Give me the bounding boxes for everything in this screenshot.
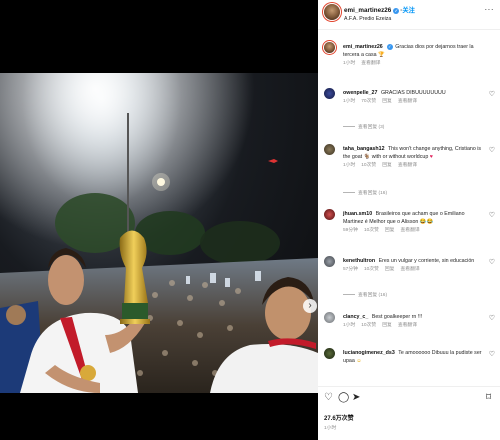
commenter-username[interactable]: jhuan.sm10 (343, 211, 372, 217)
heart-icon[interactable]: ♡ (489, 258, 495, 266)
author-username[interactable]: emi_martinez26 (344, 7, 391, 14)
translate-link[interactable]: 查看翻译 (361, 61, 380, 66)
comment-text-continued: with or without worldcup (371, 154, 429, 160)
heart-icon[interactable]: ♡ (489, 350, 495, 358)
commenter-avatar[interactable] (324, 348, 335, 359)
comment-time: 59分钟 (343, 228, 358, 233)
caption-username[interactable]: emi_martinez26 (343, 44, 383, 50)
like-count[interactable]: 27.6万次赞 (324, 413, 354, 422)
heart-icon[interactable]: ♡ (489, 314, 495, 322)
caption-time: 1小时 (343, 61, 356, 66)
commenter-avatar[interactable] (324, 88, 335, 99)
author-avatar[interactable] (324, 4, 340, 20)
smile-emoji-icon: ☺ (356, 358, 362, 364)
commenter-username[interactable]: lucianogimenez_ds3 (343, 350, 395, 356)
commenter-username[interactable]: clancy_c_ (343, 314, 368, 320)
comment-text: Eres un vulgar y corriente, sin educació… (378, 258, 475, 264)
translate-link[interactable]: 查看翻译 (398, 323, 417, 328)
verified-badge-icon: ✓ (393, 8, 400, 14)
verified-badge-icon: ✓ (386, 44, 393, 50)
view-replies-button[interactable]: 查看回复 (16) (343, 189, 387, 196)
comment-meta: 59分钟 10次赞 回复 查看翻译 (343, 227, 483, 235)
bookmark-icon[interactable]: ⌑ (486, 393, 491, 403)
comment-meta: 1小时 10次赞 回复 查看翻译 (343, 322, 483, 330)
heart-icon[interactable]: ♡ (489, 146, 495, 154)
comment-list[interactable]: emi_martinez26 ✓ Gracias dios por dejarno… (318, 30, 500, 386)
commenter-avatar[interactable] (324, 312, 335, 323)
celebration-photo (0, 73, 318, 393)
comment-like-count[interactable]: 70次赞 (361, 99, 376, 104)
follow-button[interactable]: 关注 (402, 7, 415, 14)
translate-link[interactable]: 查看翻译 (400, 267, 419, 272)
comment-text: Best goalkeeper rn !!! (371, 314, 423, 320)
comment-time: 57分钟 (343, 267, 358, 272)
trophy-emoji-icon: 🏆 (378, 52, 385, 58)
comment-like-count[interactable]: 10次赞 (361, 163, 376, 168)
reply-button[interactable]: 回复 (385, 267, 395, 272)
share-send-icon[interactable]: ➤ (352, 393, 360, 403)
comment-meta: 57分钟 10次赞 回复 查看翻译 (343, 266, 483, 274)
post-location[interactable]: A.F.A. Predio Ezeiza (344, 16, 391, 22)
like-heart-icon[interactable]: ♡ (324, 393, 333, 403)
post-header: emi_martinez26 ✓ ·关注 A.F.A. Predio Ezeiza … (318, 0, 500, 30)
comment-bubble-icon[interactable]: ◯ (338, 393, 349, 403)
view-replies-button[interactable]: 查看回复 (16) (343, 291, 387, 298)
comment-like-count[interactable]: 10次赞 (364, 228, 379, 233)
comment-like-count[interactable]: 10次赞 (364, 267, 379, 272)
commenter-avatar[interactable] (324, 144, 335, 155)
ellipsis-icon[interactable]: ··· (485, 5, 495, 14)
comment-meta: 1小时 10次赞 回复 查看翻译 (343, 162, 483, 170)
translate-link[interactable]: 查看翻译 (398, 99, 417, 104)
chevron-right-icon[interactable]: › (303, 299, 317, 313)
comment-like-count[interactable]: 10次赞 (361, 323, 376, 328)
caption-meta: 1小时 查看翻译 (343, 60, 483, 68)
translate-link[interactable]: 查看翻译 (400, 228, 419, 233)
commenter-username[interactable]: owenpelle_27 (343, 90, 377, 96)
comment-time: 1小时 (343, 323, 356, 328)
caption-avatar[interactable] (324, 42, 335, 53)
view-replies-button[interactable]: 查看回复 (3) (343, 123, 384, 130)
commenter-username[interactable]: kenethultron (343, 258, 375, 264)
comment-text: GRACIAS DIBUUUUUUUU (380, 90, 446, 96)
heart-icon[interactable]: ♡ (489, 211, 495, 219)
heart-icon[interactable]: ♡ (489, 90, 495, 98)
commenter-avatar[interactable] (324, 209, 335, 220)
post-side-panel: emi_martinez26 ✓ ·关注 A.F.A. Predio Ezeiza … (318, 0, 500, 440)
reply-button[interactable]: 回复 (382, 99, 392, 104)
post-actions-bar: ♡ ◯ ➤ ⌑ 27.6万次赞 1小时 (318, 386, 500, 440)
commenter-avatar[interactable] (324, 256, 335, 267)
heart-emoji-icon: ♥ (429, 154, 433, 160)
comment-time: 1小时 (343, 99, 356, 104)
reply-button[interactable]: 回复 (385, 228, 395, 233)
goat-emoji-icon: 🐐 (363, 154, 371, 160)
author-line: emi_martinez26 ✓ ·关注 (344, 7, 415, 14)
reply-button[interactable]: 回复 (382, 323, 392, 328)
post-photo[interactable]: › (0, 73, 318, 393)
commenter-username[interactable]: taha_bangash12 (343, 146, 385, 152)
comment-time: 1小时 (343, 163, 356, 168)
post-age: 1小时 (324, 426, 337, 431)
laughing-emoji-icon: 😂😂 (419, 219, 434, 225)
reply-button[interactable]: 回复 (382, 163, 392, 168)
translate-link[interactable]: 查看翻译 (398, 163, 417, 168)
comment-meta: 1小时 70次赞 回复 查看翻译 (343, 98, 483, 106)
